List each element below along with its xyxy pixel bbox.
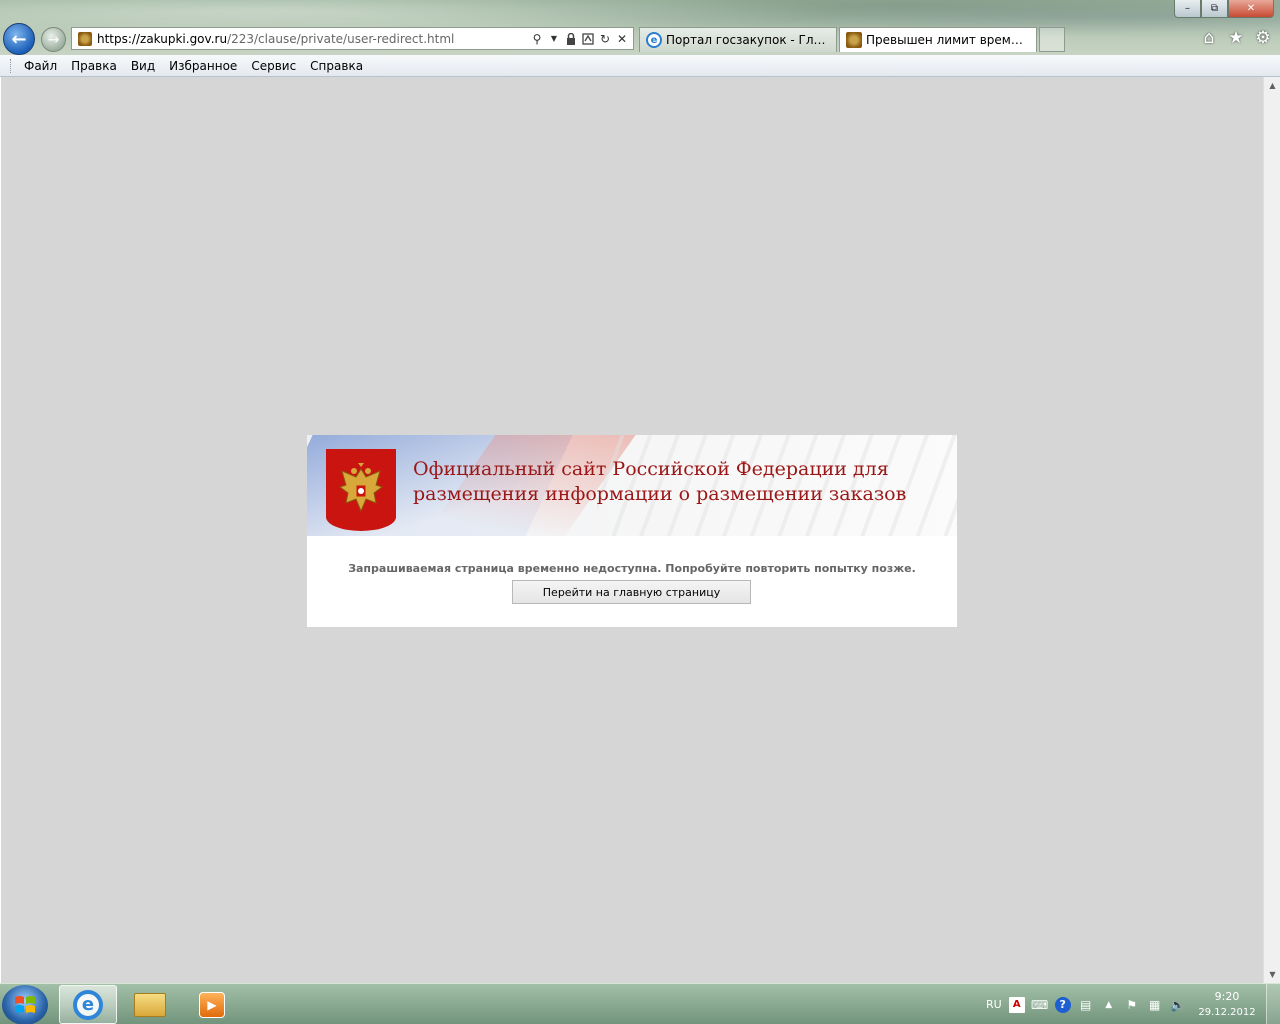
menu-edit[interactable]: Правка: [64, 57, 124, 75]
windows-logo-icon: [15, 996, 35, 1013]
arrow-left-icon: ←: [11, 28, 27, 50]
clock-time: 9:20: [1214, 990, 1240, 1003]
address-tools: ⚲ ▼ ↻ ✕: [530, 31, 633, 47]
browser-viewport: Официальный сайт Российской Федерации дл…: [0, 77, 1280, 983]
menu-grip: [10, 58, 13, 73]
vertical-scrollbar[interactable]: ▲ ▼: [1263, 77, 1280, 983]
url-path: /223/clause/private/user-redirect.html: [227, 31, 455, 46]
error-message: Запрашиваемая страница временно недоступ…: [348, 562, 916, 575]
url-host: https://zakupki.gov.ru: [97, 31, 228, 46]
favorites-star-icon[interactable]: ★: [1227, 28, 1245, 48]
site-title: Официальный сайт Российской Федерации дл…: [413, 458, 907, 505]
menu-favorites[interactable]: Избранное: [162, 57, 244, 75]
site-banner: Официальный сайт Российской Федерации дл…: [307, 435, 957, 536]
search-icon[interactable]: ⚲: [530, 31, 544, 47]
folder-icon: [134, 992, 166, 1017]
language-indicator[interactable]: RU: [986, 998, 1002, 1011]
taskbar: e ▶ RU A ⌨ ? ▤ ▲ ⚑ ▦ 🔈 9:20 29.12.2012: [0, 983, 1280, 1024]
eagle-favicon-icon: [846, 32, 862, 48]
system-tray: RU A ⌨ ? ▤ ▲ ⚑ ▦ 🔈: [986, 984, 1186, 1024]
address-bar[interactable]: https://zakupki.gov.ru/223/clause/privat…: [71, 27, 634, 50]
tools-gear-icon[interactable]: ⚙: [1254, 28, 1272, 48]
arrow-right-icon: →: [47, 31, 60, 48]
close-button[interactable]: ✕: [1228, 0, 1274, 18]
menu-tools[interactable]: Сервис: [244, 57, 303, 75]
tray-settings-icon[interactable]: ▤: [1078, 997, 1094, 1013]
taskbar-windows-explorer[interactable]: [121, 985, 179, 1024]
show-hidden-icons-icon[interactable]: ▲: [1101, 997, 1117, 1013]
compat-icon[interactable]: [581, 31, 595, 47]
menu-file[interactable]: Файл: [17, 57, 64, 75]
ie-icon: e: [646, 32, 662, 48]
new-tab-button[interactable]: [1039, 27, 1065, 52]
lock-icon[interactable]: [564, 31, 578, 47]
error-card: Официальный сайт Российской Федерации дл…: [307, 435, 957, 627]
keyboard-icon[interactable]: ⌨: [1031, 997, 1048, 1013]
url-text[interactable]: https://zakupki.gov.ru/223/clause/privat…: [97, 32, 530, 46]
tab-portal-home[interactable]: e Портал госзакупок - Главная: [639, 27, 837, 52]
pdf-reader-icon[interactable]: A: [1008, 996, 1025, 1013]
browser-chrome: – ⧉ ✕ ← → https://zakupki.gov.ru/223/cla…: [0, 0, 1280, 77]
forward-button[interactable]: →: [41, 27, 66, 52]
scroll-down-icon[interactable]: ▼: [1264, 966, 1280, 983]
back-button[interactable]: ←: [3, 23, 35, 55]
restore-button[interactable]: ⧉: [1201, 0, 1228, 18]
scroll-up-icon[interactable]: ▲: [1264, 77, 1280, 94]
internet-explorer-icon: e: [73, 989, 103, 1020]
command-icons: ⌂ ★ ⚙: [1200, 28, 1272, 48]
tab-label: Портал госзакупок - Главная: [666, 33, 830, 47]
taskbar-clock[interactable]: 9:20 29.12.2012: [1194, 990, 1260, 1018]
help-icon[interactable]: ?: [1054, 996, 1071, 1013]
network-icon[interactable]: ▦: [1147, 997, 1163, 1013]
clock-date: 29.12.2012: [1198, 1007, 1256, 1018]
home-icon[interactable]: ⌂: [1200, 28, 1218, 48]
taskbar-media-player[interactable]: ▶: [183, 985, 241, 1024]
window-controls: – ⧉ ✕: [1174, 0, 1274, 18]
show-desktop-button[interactable]: [1266, 984, 1280, 1024]
menu-bar: Файл Правка Вид Избранное Сервис Справка: [0, 55, 1280, 77]
volume-icon[interactable]: 🔈: [1170, 997, 1186, 1013]
tab-time-limit-exceeded[interactable]: Превышен лимит времен...: [839, 27, 1037, 52]
action-center-icon[interactable]: ⚑: [1124, 997, 1140, 1013]
menu-help[interactable]: Справка: [303, 57, 370, 75]
eagle-favicon-icon: [78, 31, 92, 46]
taskbar-internet-explorer[interactable]: e: [59, 985, 117, 1024]
go-to-home-page-button[interactable]: Перейти на главную страницу: [512, 580, 751, 604]
refresh-icon[interactable]: ↻: [598, 31, 612, 47]
coat-of-arms-icon: [326, 449, 396, 531]
page-background: Официальный сайт Российской Федерации дл…: [1, 77, 1263, 983]
minimize-button[interactable]: –: [1174, 0, 1201, 18]
start-button[interactable]: [2, 985, 48, 1024]
menu-view[interactable]: Вид: [124, 57, 162, 75]
media-player-icon: ▶: [199, 991, 225, 1018]
dropdown-icon[interactable]: ▼: [547, 31, 561, 47]
tab-label: Превышен лимит времен...: [866, 33, 1030, 47]
stop-icon[interactable]: ✕: [615, 31, 629, 47]
